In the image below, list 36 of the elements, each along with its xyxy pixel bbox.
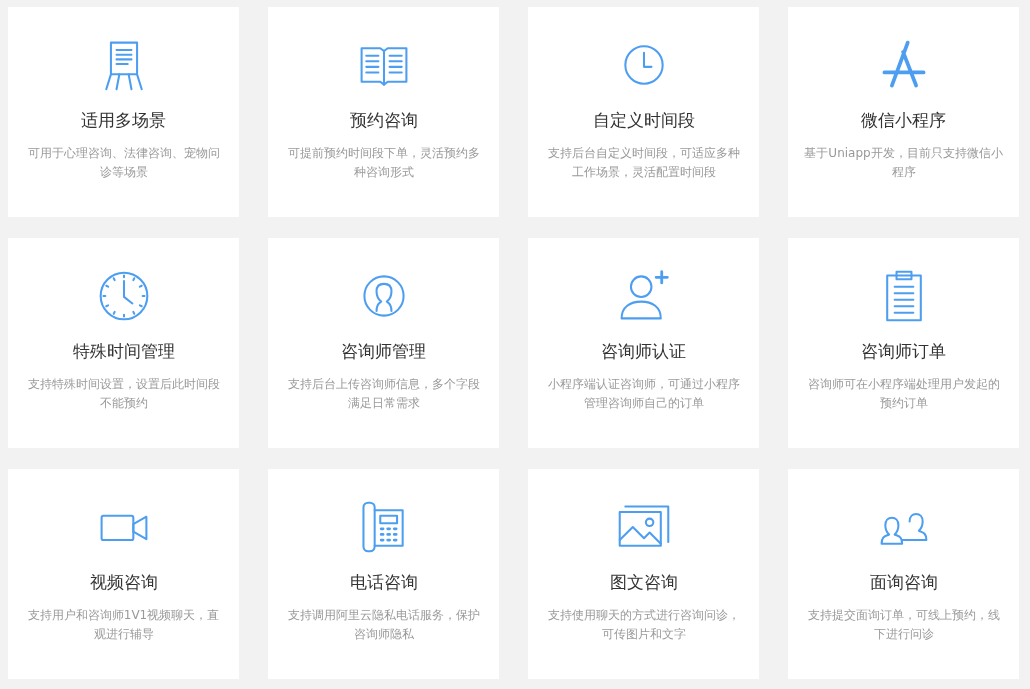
card-title: 咨询师管理 [341,340,426,363]
card-title: 面询咨询 [869,571,938,594]
card-description: 支持用户和咨询师1V1视频聊天，直观进行辅导 [26,607,221,643]
clock-icon [99,271,148,321]
clipboard-icon [885,270,922,322]
card-description: 支持使用聊天的方式进行咨询问诊，可传图片和文字 [546,607,741,643]
video-camera-icon [100,514,147,542]
card-description: 支持后台上传咨询师信息，多个字段满足日常需求 [286,376,481,412]
card-title: 自定义时间段 [592,109,695,132]
book-icon [360,47,407,86]
card-description: 支持提交面询订单，可线上预约，线下进行问诊 [806,607,1001,643]
card-title: 图文咨询 [609,571,678,594]
card-description: 支持后台自定义时间段，可适应多种工作场景，灵活配置时间段 [546,145,741,181]
users-icon [880,512,927,545]
card-title: 微信小程序 [861,109,946,132]
card-description: 小程序端认证咨询师，可通过小程序管理咨询师自己的订单 [546,376,741,412]
card-title: 咨询师认证 [601,340,686,363]
card-title: 电话咨询 [349,571,418,594]
clock-icon [623,45,664,85]
card-description: 支持特殊时间设置，设置后此时间段不能预约 [26,376,221,412]
card-description: 基于Uniapp开发，目前只支持微信小程序 [804,145,1003,181]
card-title: 特殊时间管理 [72,340,175,363]
user-add-icon [620,270,669,320]
easel-icon [104,41,143,91]
card-title: 咨询师订单 [861,340,946,363]
image-gallery-icon [618,505,669,547]
card-title: 适用多场景 [81,109,166,132]
card-description: 支持调用阿里云隐私电话服务，保护咨询师隐私 [286,607,481,643]
app-store-icon [882,40,925,88]
card-description: 可用于心理咨询、法律咨询、宠物问诊等场景 [26,145,221,181]
card-title: 视频咨询 [89,571,158,594]
card-description: 可提前预约时间段下单，灵活预约多种咨询形式 [286,145,481,181]
card-title: 预约咨询 [349,109,418,132]
telephone-icon [361,501,404,553]
user-icon [362,275,405,317]
card-description: 咨询师可在小程序端处理用户发起的预约订单 [806,376,1001,412]
